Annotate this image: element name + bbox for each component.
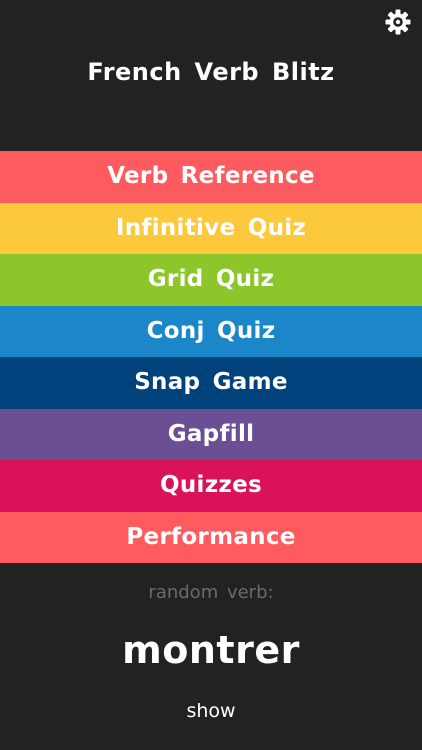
- menu-item-quizzes[interactable]: Quizzes: [0, 460, 422, 512]
- app-screen: French Verb Blitz Verb Reference Infinit…: [0, 0, 422, 750]
- random-verb-label: random verb:: [148, 582, 274, 603]
- menu-item-verb-reference[interactable]: Verb Reference: [0, 151, 422, 203]
- menu-item-performance[interactable]: Performance: [0, 511, 422, 563]
- menu-item-gapfill[interactable]: Gapfill: [0, 408, 422, 460]
- menu-item-grid-quiz[interactable]: Grid Quiz: [0, 254, 422, 306]
- main-menu: Verb Reference Infinitive Quiz Grid Quiz…: [0, 151, 422, 563]
- app-title: French Verb Blitz: [87, 58, 335, 86]
- menu-item-conj-quiz[interactable]: Conj Quiz: [0, 305, 422, 357]
- menu-item-infinitive-quiz[interactable]: Infinitive Quiz: [0, 202, 422, 254]
- random-verb-value: montrer: [122, 628, 300, 672]
- menu-item-snap-game[interactable]: Snap Game: [0, 357, 422, 409]
- gear-icon[interactable]: [384, 8, 412, 36]
- show-button[interactable]: show: [0, 700, 422, 722]
